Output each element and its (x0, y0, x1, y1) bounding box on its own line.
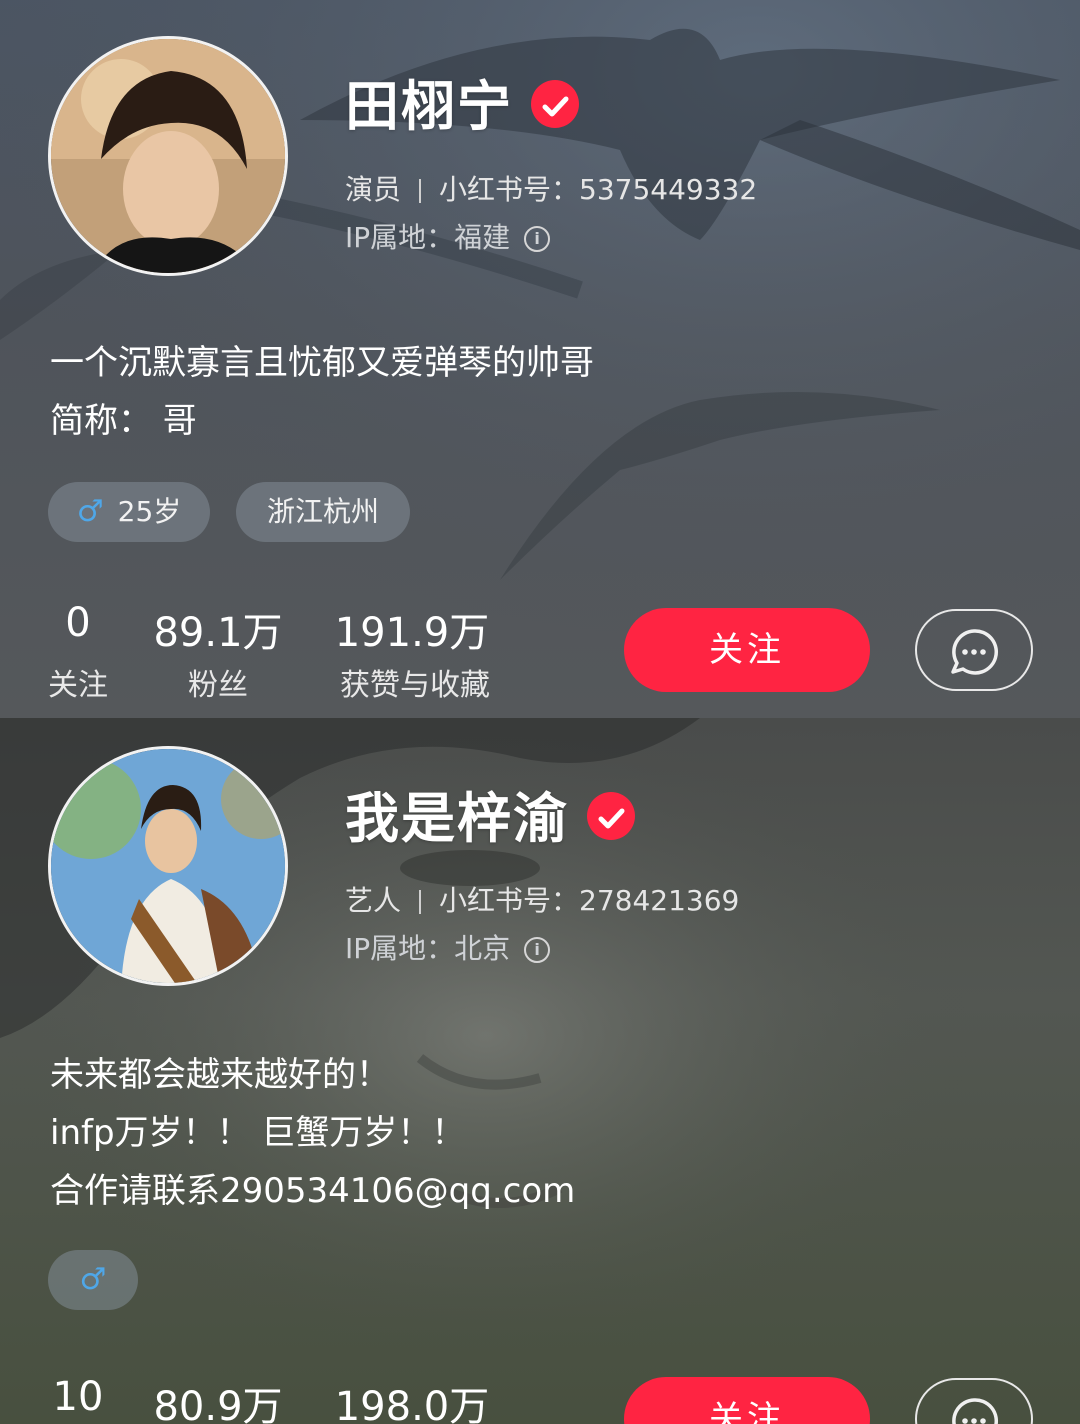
gender-tag: ♂ (48, 1250, 138, 1310)
avatar[interactable] (48, 746, 288, 986)
ip-location: IP属地：福建 i (345, 216, 551, 256)
following-count[interactable]: 0 (38, 600, 118, 646)
info-icon[interactable]: i (524, 937, 551, 963)
ip-location-text: IP属地：北京 (345, 932, 511, 965)
profile-name-text: 我是梓渝 (345, 787, 569, 850)
meta-divider (419, 890, 422, 914)
ip-location: IP属地：北京 i (345, 927, 551, 967)
avatar[interactable] (48, 36, 288, 276)
profile-name-text: 田栩宁 (345, 75, 513, 138)
account-id[interactable]: 小红书号：278421369 (439, 884, 739, 917)
followers-count[interactable]: 80.9万 (148, 1374, 288, 1424)
likes-collects-label[interactable]: 获赞与收藏 (330, 660, 500, 704)
profile-bio: 一个沉默寡言且忧郁又爱弹琴的帅哥 简称： 哥 (50, 334, 594, 450)
verified-badge-icon (587, 792, 635, 841)
message-button[interactable] (915, 1378, 1033, 1424)
chat-bubble-icon (951, 629, 998, 675)
profile-name: 我是梓渝 (345, 774, 635, 853)
male-icon: ♂ (79, 1262, 107, 1297)
avatar-photo (51, 749, 285, 983)
following-count[interactable]: 10 (38, 1374, 118, 1420)
bio-line: 一个沉默寡言且忧郁又爱弹琴的帅哥 (50, 343, 594, 383)
age-tag-text: 25岁 (117, 495, 182, 528)
info-icon[interactable]: i (524, 226, 551, 252)
meta-divider (419, 179, 422, 203)
message-button[interactable] (915, 609, 1033, 691)
male-icon: ♂ (76, 494, 104, 529)
bio-line: 合作请联系290534106@qq.com (50, 1171, 576, 1211)
follow-button[interactable]: 关注 (624, 608, 870, 692)
likes-collects-count[interactable]: 198.0万 (330, 1374, 494, 1424)
bio-line: 未来都会越来越好的！ (50, 1055, 390, 1095)
ip-location-text: IP属地：福建 (345, 221, 511, 254)
role-label: 演员 (345, 173, 402, 206)
account-id[interactable]: 小红书号：5375449332 (439, 173, 757, 206)
chat-bubble-icon (952, 1398, 998, 1424)
following-label[interactable]: 关注 (28, 660, 128, 704)
likes-collects-count[interactable]: 191.9万 (330, 600, 494, 658)
profile-bio: 未来都会越来越好的！ infp万岁！！ 巨蟹万岁！！ 合作请联系29053410… (50, 1046, 575, 1220)
profile-meta: 艺人 小红书号：278421369 (345, 879, 739, 919)
age-tag: ♂ 25岁 (48, 482, 210, 542)
bio-line: infp万岁！！ 巨蟹万岁！！ (50, 1113, 466, 1153)
location-tag-text: 浙江杭州 (266, 495, 379, 528)
followers-count[interactable]: 89.1万 (148, 600, 288, 658)
followers-label[interactable]: 粉丝 (168, 660, 268, 704)
role-label: 艺人 (345, 884, 402, 917)
verified-badge-icon (531, 80, 579, 129)
location-tag: 浙江杭州 (236, 482, 410, 542)
profile-header-1: 田栩宁 演员 小红书号：5375449332 IP属地：福建 i 一个沉默寡言且忧郁… (0, 0, 1080, 718)
avatar-photo (51, 39, 285, 273)
follow-button[interactable]: 关注 (624, 1377, 870, 1424)
profile-meta: 演员 小红书号：5375449332 (345, 168, 757, 208)
bio-line: 简称： 哥 (50, 401, 197, 441)
profile-name: 田栩宁 (345, 62, 579, 141)
profile-header-2: 我是梓渝 艺人 小红书号：278421369 IP属地：北京 i 未来都会越来越好的… (0, 718, 1080, 1424)
